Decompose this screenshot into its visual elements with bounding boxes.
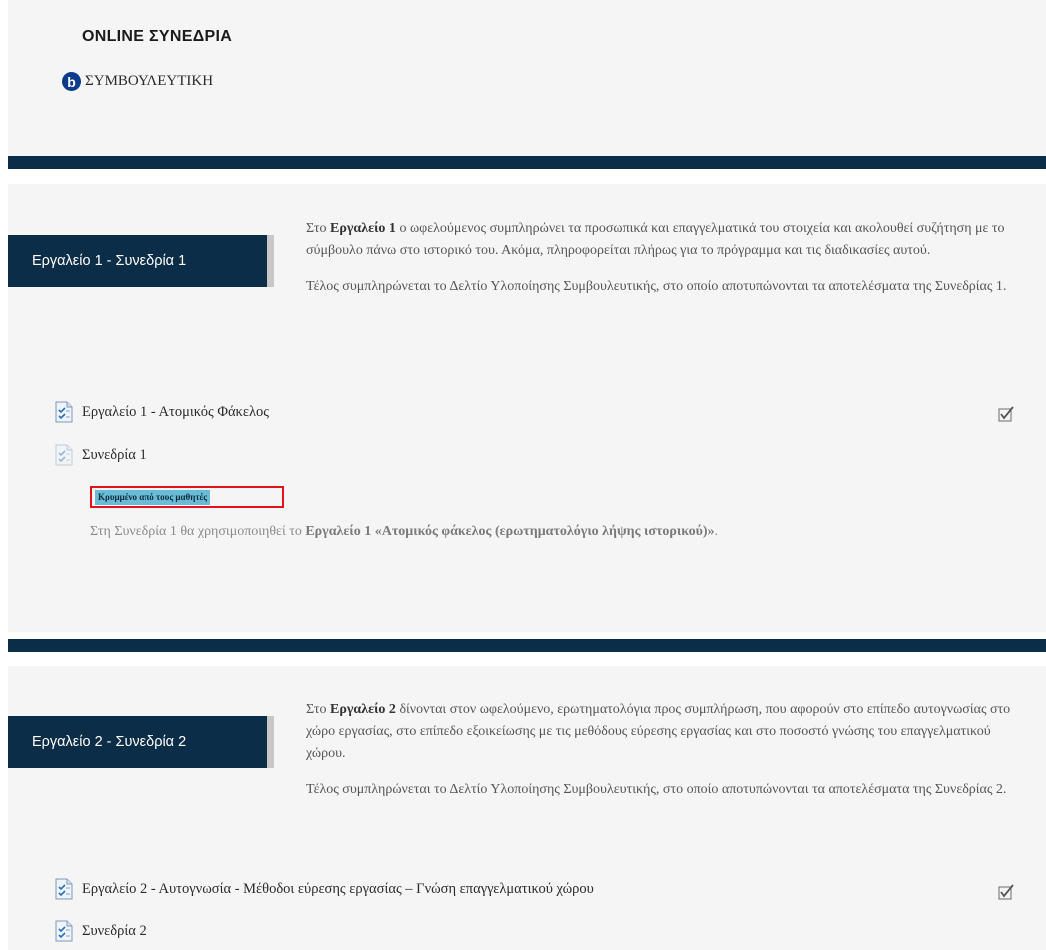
- completion-checkbox-icon[interactable]: [998, 406, 1014, 422]
- activity-description: Στη Συνεδρία 1 θα χρησιμοποιηθεί το Εργα…: [90, 524, 719, 539]
- activity-link[interactable]: Συνεδρία 2: [82, 923, 147, 940]
- section-divider: [8, 639, 1046, 652]
- section-divider: [8, 156, 1046, 169]
- page-title: ONLINE ΣΥΝΕΔΡΙΑ: [82, 28, 233, 45]
- section-1-title: Εργαλείο 1 - Συνεδρία 1: [8, 235, 274, 287]
- course-name: ΣΥΜΒΟΥΛΕΥΤΙΚΗ: [85, 73, 214, 89]
- course-logo-icon: b: [62, 72, 81, 91]
- course-header: ONLINE ΣΥΝΕΔΡΙΑ b ΣΥΜΒΟΥΛΕΥΤΙΚΗ: [8, 0, 1046, 168]
- activity-quiz-session-1[interactable]: Συνεδρία 1: [54, 444, 147, 466]
- section-2-title: Εργαλείο 2 - Συνεδρία 2: [8, 716, 274, 768]
- activity-quiz-2[interactable]: Εργαλείο 2 - Αυτογνωσία - Μέθοδοι εύρεση…: [54, 878, 594, 900]
- activity-link[interactable]: Εργαλείο 1 - Ατομικός Φάκελος: [82, 404, 269, 421]
- quiz-icon: [54, 920, 74, 942]
- course-link[interactable]: b ΣΥΜΒΟΥΛΕΥΤΙΚΗ: [62, 72, 213, 91]
- completion-checkbox-icon[interactable]: [998, 884, 1014, 900]
- section-2: Εργαλείο 2 - Συνεδρία 2 Στο Εργαλείο 2 δ…: [8, 666, 1046, 950]
- activity-quiz-session-2[interactable]: Συνεδρία 2: [54, 920, 147, 942]
- section-1: Εργαλείο 1 - Συνεδρία 1 Στο Εργαλείο 1 ο…: [8, 184, 1046, 632]
- activity-link[interactable]: Συνεδρία 1: [82, 447, 147, 464]
- activity-link[interactable]: Εργαλείο 2 - Αυτογνωσία - Μέθοδοι εύρεση…: [82, 881, 594, 898]
- quiz-icon: [54, 401, 74, 423]
- section-2-summary: Στο Εργαλείο 2 δίνονται στον ωφελούμενο,…: [306, 702, 1011, 797]
- section-1-summary: Στο Εργαλείο 1 ο ωφελούμενος συμπληρώνει…: [306, 221, 1007, 294]
- quiz-icon: [54, 444, 74, 466]
- quiz-icon: [54, 878, 74, 900]
- activity-quiz-1[interactable]: Εργαλείο 1 - Ατομικός Φάκελος: [54, 401, 269, 423]
- hidden-from-students-badge: Κρυμμένο από τους μαθητές: [90, 486, 284, 508]
